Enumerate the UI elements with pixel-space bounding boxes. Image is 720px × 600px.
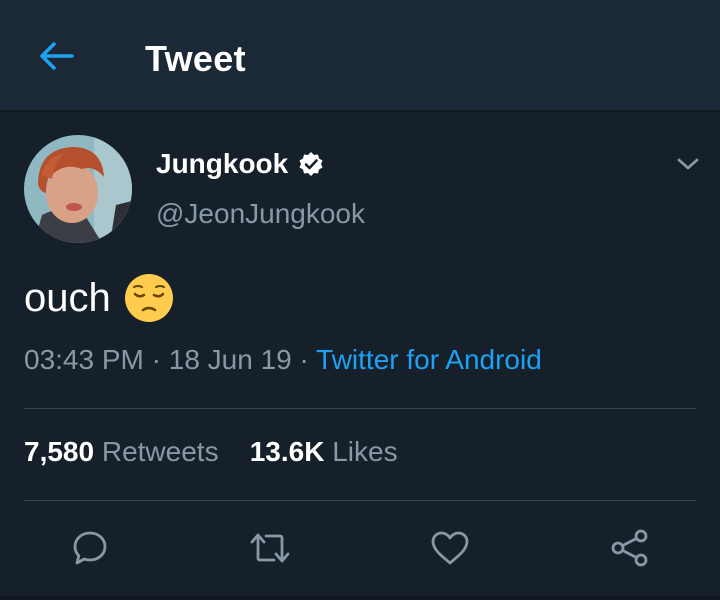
tweet-text: ouch [24,272,175,324]
share-button[interactable] [608,526,652,570]
tweet-date: 18 Jun 19 [168,344,292,375]
more-options-button[interactable] [674,152,702,176]
tweet-text-content: ouch [24,275,111,320]
meta-separator: · [291,344,317,375]
retweets-stat[interactable]: 7,580 Retweets [24,436,219,467]
heart-icon [431,531,469,565]
likes-count: 13.6K [249,436,325,467]
share-icon [611,529,648,567]
top-bar: Tweet [0,0,720,112]
arrow-left-icon [40,42,74,70]
action-bar [0,520,720,576]
like-button[interactable] [428,526,472,570]
likes-label: Likes [332,436,398,467]
retweet-icon [250,533,290,563]
tweet-meta: 03:43 PM · 18 Jun 19 · Twitter for Andro… [24,344,542,376]
author-name-row[interactable]: Jungkook [156,148,324,180]
reply-button[interactable] [68,526,112,570]
divider [24,500,696,501]
verified-badge-icon [299,152,323,176]
meta-separator: · [143,344,169,375]
retweet-button[interactable] [248,526,292,570]
avatar[interactable] [24,135,132,243]
divider [24,408,696,409]
author-handle[interactable]: @JeonJungkook [156,198,365,230]
back-button[interactable] [32,36,80,76]
likes-stat[interactable]: 13.6K Likes [250,436,398,467]
tweet-stats: 7,580 Retweets 13.6K Likes [24,436,398,468]
chevron-down-icon [677,158,699,170]
pensive-face-icon [124,274,173,322]
bottom-divider [0,596,720,600]
tweet-time: 03:43 PM [24,344,144,375]
tweet-source-link[interactable]: Twitter for Android [316,344,542,375]
page-title: Tweet [145,38,246,79]
author-name: Jungkook [156,148,289,179]
retweets-count: 7,580 [24,436,95,467]
retweets-label: Retweets [101,436,219,467]
reply-icon [73,531,107,565]
